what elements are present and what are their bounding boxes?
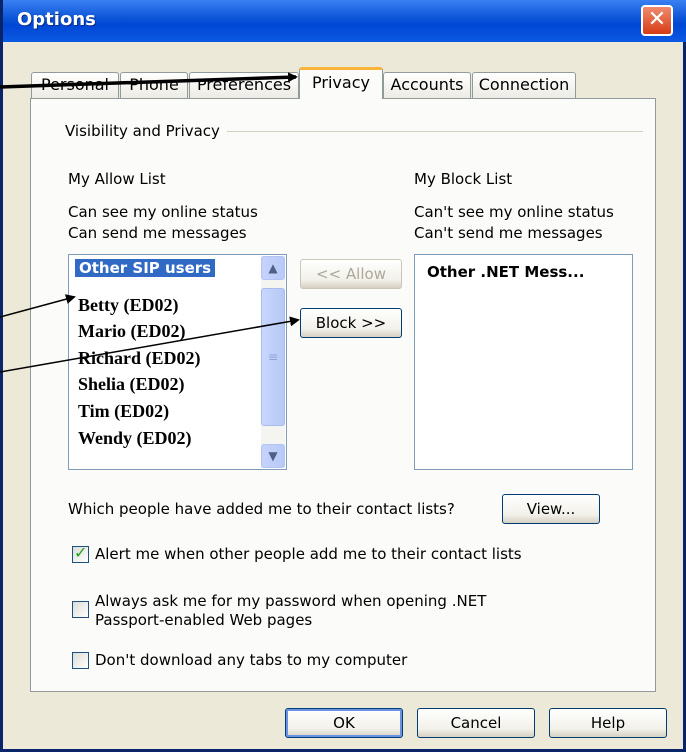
tab-privacy[interactable]: Privacy (299, 67, 383, 99)
tab-preferences[interactable]: Preferences (189, 72, 299, 98)
tab-phone[interactable]: Phone (120, 72, 188, 98)
block-list[interactable]: Other .NET Mess... (414, 254, 633, 470)
list-item[interactable]: Other .NET Mess... (427, 263, 584, 281)
window-title: Options (17, 9, 96, 30)
scroll-down-button[interactable]: ▼ (261, 444, 285, 468)
title-bar[interactable]: Options ✕ (3, 0, 686, 42)
chevron-down-icon: ▼ (268, 449, 278, 463)
block-desc-2: Can't send me messages (414, 224, 603, 242)
list-item[interactable]: Betty (ED02) (78, 295, 178, 316)
block-list-heading: My Block List (414, 170, 513, 188)
block-button[interactable]: Block >> (300, 308, 402, 338)
help-button[interactable]: Help (549, 708, 667, 738)
tabs-checkbox[interactable] (72, 652, 89, 669)
allow-list-scrollbar[interactable]: ▲ ≡ ▼ (261, 256, 285, 468)
close-button[interactable]: ✕ (641, 5, 673, 36)
password-checkbox[interactable] (72, 601, 89, 618)
tab-personal[interactable]: Personal (31, 72, 119, 98)
alert-checkbox[interactable]: ✓ (72, 543, 89, 563)
view-button[interactable]: View... (502, 494, 600, 524)
checkmark-icon: ✓ (74, 543, 88, 562)
list-item[interactable]: Shelia (ED02) (78, 374, 185, 395)
scroll-thumb[interactable]: ≡ (261, 288, 285, 426)
list-item[interactable]: Other SIP users (75, 259, 216, 277)
scroll-up-button[interactable]: ▲ (261, 256, 285, 280)
allow-button[interactable]: << Allow (300, 259, 402, 289)
cancel-button[interactable]: Cancel (417, 708, 535, 738)
contacts-question: Which people have added me to their cont… (68, 500, 455, 518)
password-label-line1[interactable]: Always ask me for my password when openi… (95, 592, 486, 610)
close-icon: ✕ (647, 7, 667, 32)
allow-list[interactable]: Other SIP users Betty (ED02) Mario (ED02… (68, 254, 287, 470)
list-item[interactable]: Richard (ED02) (78, 348, 201, 369)
list-item[interactable]: Tim (ED02) (78, 401, 169, 422)
group-title: Visibility and Privacy (65, 122, 220, 140)
block-desc-1: Can't see my online status (414, 203, 614, 221)
tab-connection[interactable]: Connection (472, 72, 576, 98)
tabs-label[interactable]: Don't download any tabs to my computer (95, 651, 407, 669)
options-dialog: Options ✕ Personal Phone Preferences Pri… (0, 0, 686, 752)
chevron-up-icon: ▲ (268, 261, 278, 275)
alert-label[interactable]: Alert me when other people add me to the… (95, 545, 522, 563)
allow-list-heading: My Allow List (68, 170, 166, 188)
allow-desc-2: Can send me messages (68, 224, 247, 242)
allow-desc-1: Can see my online status (68, 203, 258, 221)
list-item[interactable]: Wendy (ED02) (78, 428, 192, 449)
ok-button[interactable]: OK (285, 708, 403, 738)
password-label-line2[interactable]: Passport-enabled Web pages (95, 611, 312, 629)
list-item[interactable]: Mario (ED02) (78, 321, 185, 342)
group-divider (227, 131, 643, 132)
tab-accounts[interactable]: Accounts (383, 72, 471, 98)
